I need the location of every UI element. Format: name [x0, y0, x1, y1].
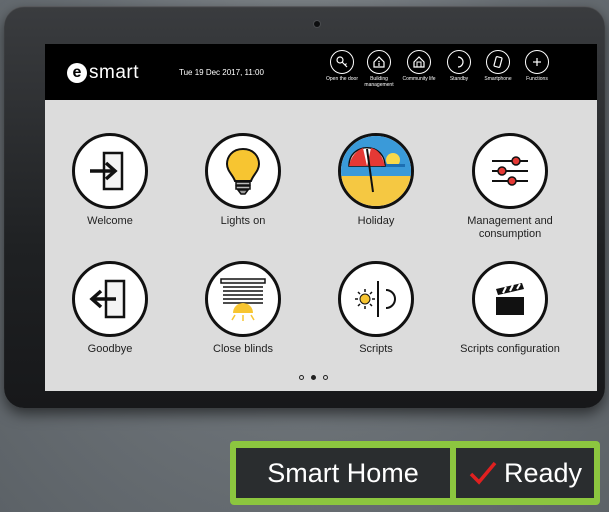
page-dot-2-active[interactable] — [311, 375, 316, 380]
functions-label: Functions — [526, 76, 548, 82]
enter-door-icon — [72, 133, 148, 209]
tile-close-blinds[interactable]: Close blinds — [178, 261, 308, 356]
logo-mark: e — [67, 63, 87, 83]
building-management-button[interactable]: Building management — [357, 50, 401, 88]
top-bar: e smart Tue 19 Dec 2017, 11:00 Open the … — [45, 44, 597, 100]
standby-label: Standby — [449, 76, 469, 82]
ready-label: Ready — [503, 457, 583, 488]
community-house-icon — [407, 50, 431, 74]
date-time: Tue 19 Dec 2017, 11:00 — [179, 68, 264, 77]
status-badges: Smart Home Ready — [230, 441, 600, 505]
page-indicator — [299, 375, 328, 380]
tile-lights-on-label: Lights on — [220, 215, 266, 227]
tile-scripts-configuration-label: Scripts configuration — [460, 343, 560, 355]
smartphone-button[interactable]: Smartphone — [476, 50, 520, 82]
scenario-grid: Welcome Lights on Holiday Management and… — [45, 100, 597, 391]
building-icon — [367, 50, 391, 74]
key-icon — [330, 50, 354, 74]
tile-management-consumption[interactable]: Management and consumption — [445, 133, 575, 241]
building-management-label: Building management — [364, 76, 394, 88]
blinds-icon — [205, 261, 281, 337]
smart-home-badge: Smart Home — [236, 448, 450, 498]
exit-door-icon — [72, 261, 148, 337]
esmart-logo: e smart — [67, 62, 139, 84]
clapperboard-icon — [472, 261, 548, 337]
checkmark-icon — [469, 461, 497, 485]
functions-button[interactable]: Functions — [515, 50, 559, 82]
community-life-label: Community life — [402, 76, 436, 82]
sliders-icon — [472, 133, 548, 209]
page-dot-3[interactable] — [323, 375, 328, 380]
tablet-screen: e smart Tue 19 Dec 2017, 11:00 Open the … — [45, 44, 597, 391]
plus-icon — [525, 50, 549, 74]
page-dot-1[interactable] — [299, 375, 304, 380]
smartphone-icon — [486, 50, 510, 74]
lightbulb-icon — [205, 133, 281, 209]
tile-holiday[interactable]: Holiday — [311, 133, 441, 228]
standby-button[interactable]: Standby — [437, 50, 481, 82]
ready-badge: Ready — [456, 448, 594, 498]
tablet-device: e smart Tue 19 Dec 2017, 11:00 Open the … — [4, 6, 605, 408]
tile-scripts-configuration[interactable]: Scripts configuration — [445, 261, 575, 356]
tile-scripts-label: Scripts — [359, 343, 393, 355]
sun-moon-icon — [338, 261, 414, 337]
moon-icon — [447, 50, 471, 74]
tile-lights-on[interactable]: Lights on — [178, 133, 308, 228]
tablet-camera — [314, 21, 320, 27]
tile-goodbye-label: Goodbye — [87, 343, 133, 355]
smartphone-label: Smartphone — [484, 76, 512, 82]
tile-welcome[interactable]: Welcome — [45, 133, 175, 228]
community-life-button[interactable]: Community life — [397, 50, 441, 82]
tile-goodbye[interactable]: Goodbye — [45, 261, 175, 356]
logo-text: smart — [89, 62, 139, 83]
tile-close-blinds-label: Close blinds — [213, 343, 273, 355]
smart-home-label: Smart Home — [267, 457, 419, 488]
tile-holiday-label: Holiday — [357, 215, 395, 227]
tile-management-consumption-label: Management and consumption — [467, 215, 553, 240]
tile-welcome-label: Welcome — [87, 215, 133, 227]
tile-scripts[interactable]: Scripts — [311, 261, 441, 356]
beach-umbrella-icon — [338, 133, 414, 209]
